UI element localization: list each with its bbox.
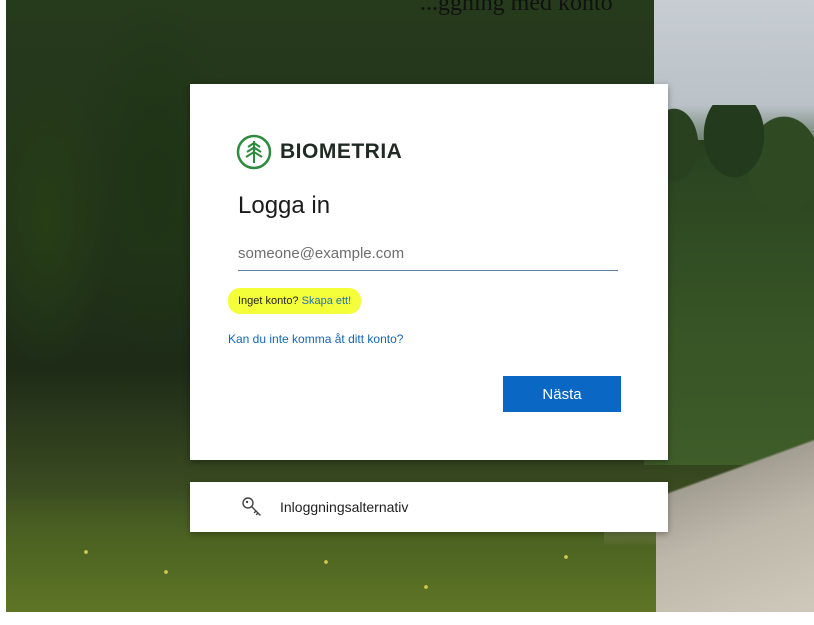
page-title: Logga in xyxy=(238,192,331,219)
brand-logo: BIOMETRIA xyxy=(236,134,402,170)
biometria-logo-icon xyxy=(236,134,272,170)
key-icon xyxy=(242,497,261,516)
signin-card: BIOMETRIA Logga in Inget konto? Skapa et… xyxy=(190,84,668,460)
next-button[interactable]: Nästa xyxy=(503,376,621,412)
no-account-text: Inget konto? Skapa ett! xyxy=(228,288,362,314)
page-caption: ...ggning med konto xyxy=(420,0,613,16)
no-account-label: Inget konto? xyxy=(238,295,299,307)
email-field-wrapper xyxy=(238,236,618,271)
login-page: ...ggning med konto BIOMETRIA Logga in I… xyxy=(0,0,814,625)
create-account-link[interactable]: Skapa ett! xyxy=(302,295,352,307)
background-trees xyxy=(644,105,814,465)
email-field[interactable] xyxy=(238,236,618,270)
signin-options-button[interactable]: Inloggningsalternativ xyxy=(190,482,668,532)
cant-access-account-link[interactable]: Kan du inte komma åt ditt konto? xyxy=(228,332,403,346)
signin-options-label: Inloggningsalternativ xyxy=(280,499,409,515)
brand-name: BIOMETRIA xyxy=(280,140,403,163)
